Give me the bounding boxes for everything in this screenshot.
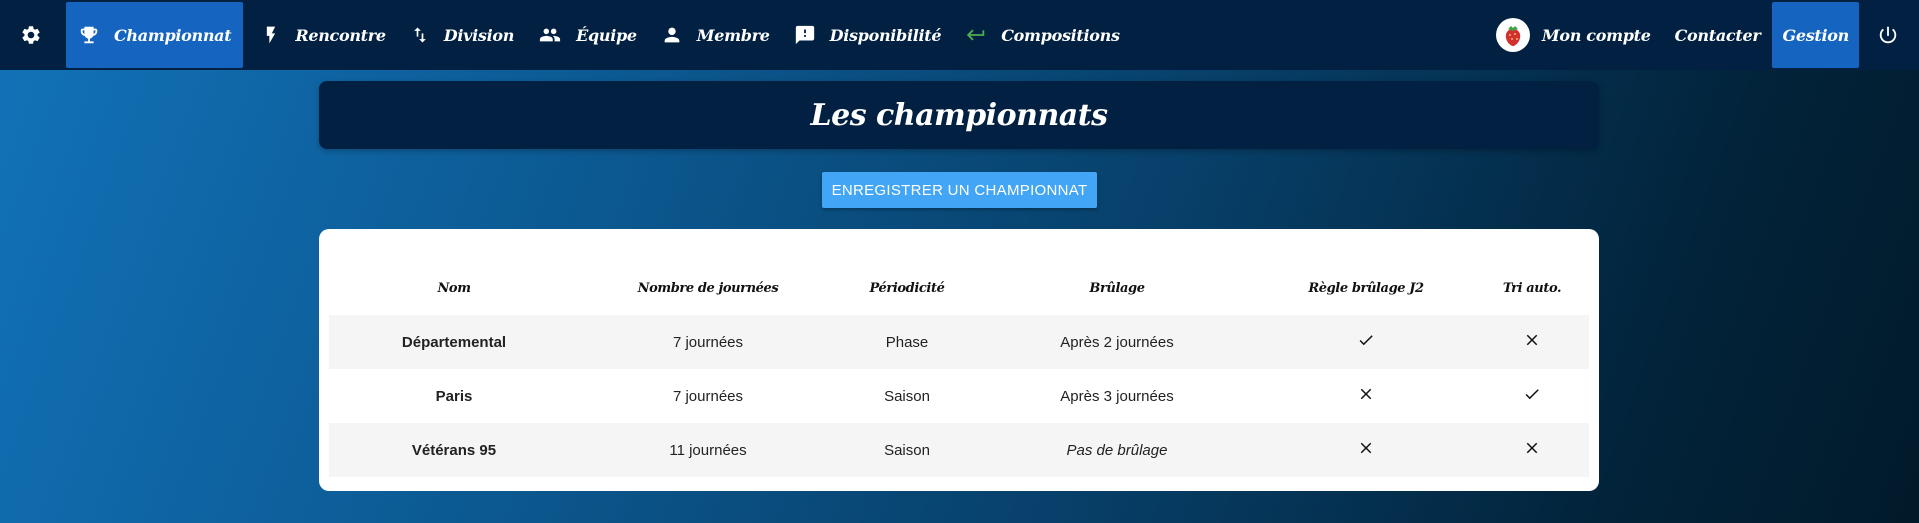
- check-icon: [1523, 385, 1541, 403]
- keyboard-return-icon: [965, 24, 987, 46]
- cell-brulage: Après 2 journées: [1060, 333, 1174, 351]
- cell-periodicite: Phase: [885, 333, 929, 351]
- cell-tri-auto: [1475, 423, 1589, 477]
- table-header: Nom Nombre de journées Périodicité Brûla…: [329, 239, 1589, 315]
- cell-nom: Départemental: [401, 333, 507, 351]
- cell-regle-j2: [1257, 423, 1475, 477]
- nav-disponibilite[interactable]: Disponibilité: [782, 0, 954, 70]
- check-icon: [1357, 331, 1375, 349]
- nav-account[interactable]: Mon compte: [1484, 0, 1663, 70]
- nav-championnat-label: Championnat: [114, 25, 232, 45]
- nav-rencontre[interactable]: Rencontre: [249, 0, 397, 70]
- column-header-brulage: Brûlage: [1089, 280, 1145, 296]
- nav-contact[interactable]: Contacter: [1663, 0, 1773, 70]
- column-header-tri-auto: Tri auto.: [1502, 280, 1562, 296]
- bolt-icon: [261, 24, 281, 46]
- nav-disponibilite-label: Disponibilité: [829, 25, 942, 45]
- register-championnat-button[interactable]: ENREGISTRER UN CHAMPIONNAT: [821, 172, 1098, 208]
- nav-rencontre-label: Rencontre: [295, 25, 386, 45]
- close-icon: [1523, 439, 1541, 457]
- group-icon: [538, 24, 562, 46]
- table-body: Départemental 7 journées Phase Après 2 jour…: [329, 315, 1589, 477]
- nav-membre[interactable]: Membre: [649, 0, 782, 70]
- swap-vert-icon: [410, 24, 430, 46]
- cell-journees: 11 journées: [669, 441, 747, 459]
- close-icon: [1523, 331, 1541, 349]
- cell-regle-j2: [1257, 369, 1475, 423]
- power-icon: [1877, 24, 1899, 46]
- cell-journees: 7 journées: [672, 387, 744, 405]
- nav-division[interactable]: Division: [398, 0, 526, 70]
- nav-compositions-label: Compositions: [1001, 25, 1120, 45]
- nav-equipe[interactable]: Équipe: [526, 0, 649, 70]
- nav-division-label: Division: [443, 25, 515, 45]
- avatar: [1495, 18, 1530, 52]
- championnats-table: Nom Nombre de journées Périodicité Brûla…: [329, 239, 1589, 477]
- cell-brulage: Pas de brûlage: [1066, 441, 1168, 459]
- nav-left: Championnat Rencontre Division Équipe Me…: [0, 0, 1132, 70]
- table-row[interactable]: Départemental 7 journées Phase Après 2 jour…: [329, 315, 1589, 369]
- nav-equipe-label: Équipe: [576, 25, 637, 45]
- column-header-regle-j2: Règle brûlage J2: [1308, 280, 1424, 296]
- cell-periodicite: Saison: [884, 387, 930, 405]
- action-bar: ENREGISTRER UN CHAMPIONNAT: [0, 172, 1919, 208]
- cell-brulage: Après 3 journées: [1060, 387, 1174, 405]
- table-row[interactable]: Vétérans 95 11 journées Saison Pas de brûla…: [329, 423, 1589, 477]
- nav-account-label: Mon compte: [1541, 25, 1651, 45]
- column-header-periodicite: Périodicité: [869, 280, 945, 296]
- close-icon: [1357, 439, 1375, 457]
- nav-compositions[interactable]: Compositions: [953, 0, 1131, 70]
- cell-tri-auto: [1475, 315, 1589, 369]
- trophy-icon: [78, 24, 100, 46]
- nav-right: Mon compte Contacter Gestion: [1484, 0, 1919, 70]
- settings-menu[interactable]: [0, 0, 60, 70]
- nav-gestion-label: Gestion: [1782, 25, 1849, 45]
- gear-icon: [20, 24, 42, 46]
- top-navbar: Championnat Rencontre Division Équipe Me…: [0, 0, 1919, 70]
- page-title: Les championnats: [810, 97, 1108, 133]
- column-header-journees: Nombre de journées: [637, 280, 779, 296]
- championnats-table-card: Nom Nombre de journées Périodicité Brûla…: [319, 229, 1599, 491]
- cell-periodicite: Saison: [884, 441, 930, 459]
- nav-contact-label: Contacter: [1674, 25, 1761, 45]
- page-header-card: Les championnats: [319, 81, 1599, 149]
- person-icon: [661, 24, 683, 46]
- close-icon: [1357, 385, 1375, 403]
- cell-regle-j2: [1257, 315, 1475, 369]
- column-header-nom: Nom: [437, 280, 471, 296]
- nav-championnat[interactable]: Championnat: [66, 2, 244, 68]
- cell-nom: Vétérans 95: [411, 441, 497, 459]
- feedback-icon: [794, 24, 816, 46]
- nav-membre-label: Membre: [696, 25, 770, 45]
- cell-tri-auto: [1475, 369, 1589, 423]
- cell-journees: 7 journées: [672, 333, 744, 351]
- logout-button[interactable]: [1865, 0, 1919, 70]
- table-row[interactable]: Paris 7 journées Saison Après 3 journées: [329, 369, 1589, 423]
- cell-nom: Paris: [435, 387, 473, 405]
- nav-gestion[interactable]: Gestion: [1772, 2, 1859, 68]
